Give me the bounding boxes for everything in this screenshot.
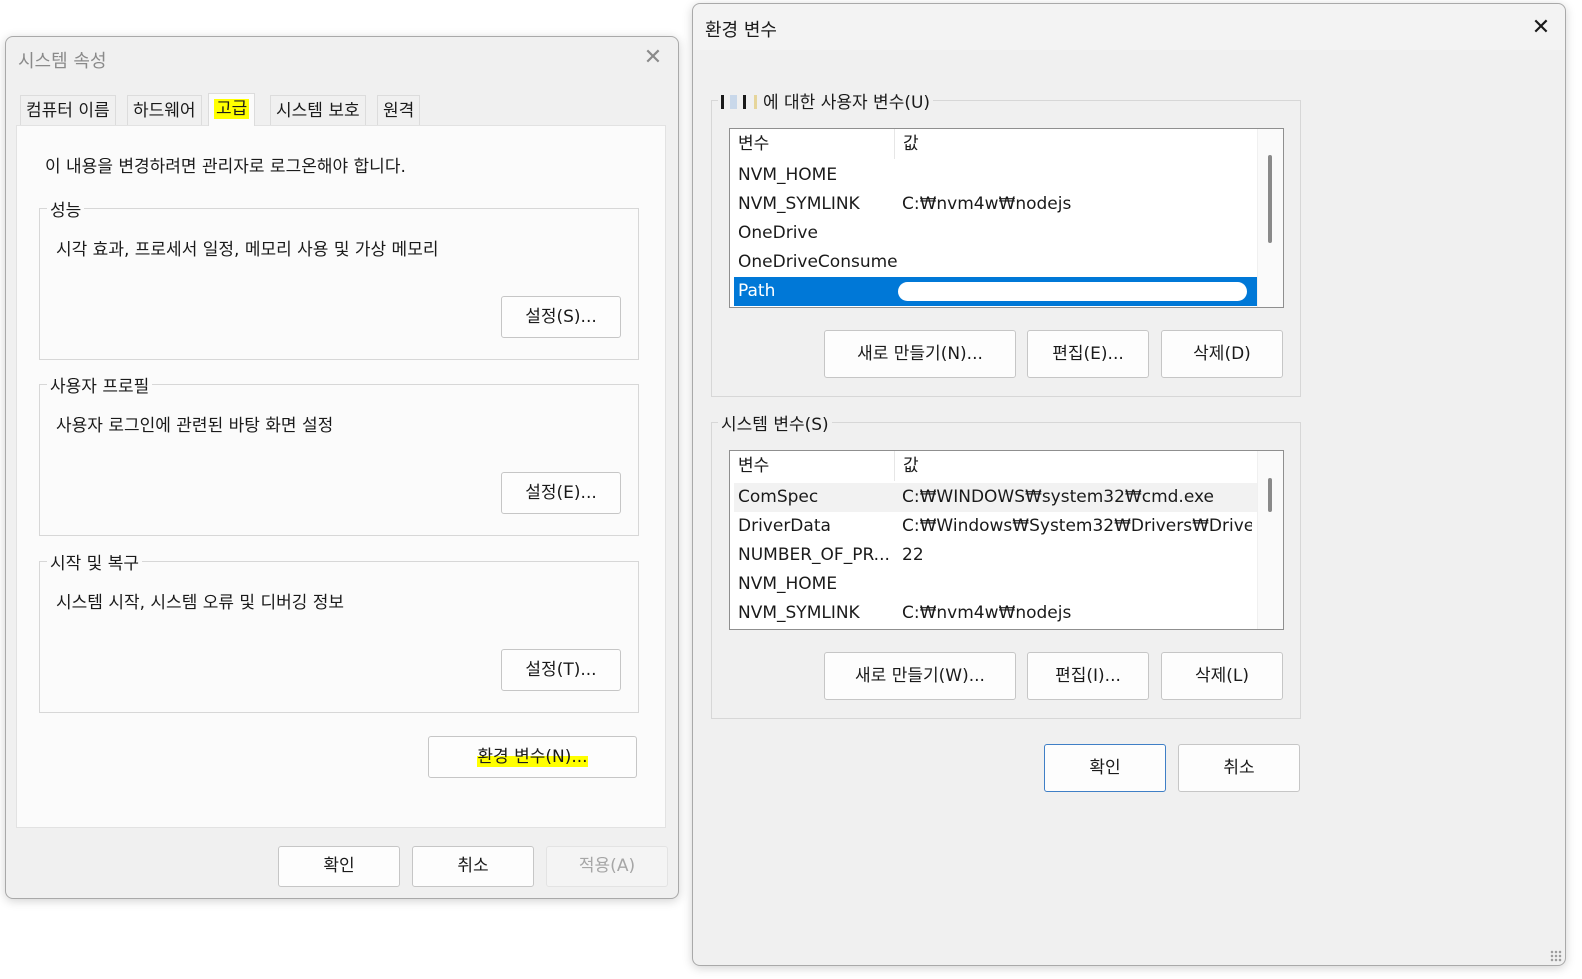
cancel-button[interactable]: 취소 [1178, 744, 1300, 792]
group-description: 시스템 시작, 시스템 오류 및 디버깅 정보 [56, 593, 345, 613]
window-title: 시스템 속성 [18, 51, 107, 72]
tab-hardware[interactable]: 하드웨어 [127, 95, 202, 125]
vertical-scrollbar[interactable] [1257, 451, 1283, 629]
list-item[interactable]: OneDriveConsumer [734, 248, 1257, 277]
tab-system-protection[interactable]: 시스템 보호 [270, 95, 366, 125]
title-bar: 환경 변수 ✕ [693, 4, 1565, 50]
column-header-value[interactable]: 값 [895, 129, 1257, 159]
column-header-value[interactable]: 값 [895, 451, 1257, 481]
user-variables-list[interactable]: 변수 값 NVM_HOME NVM_SYMLINK C:₩nvm4w₩nodej… [729, 128, 1284, 308]
column-header-name[interactable]: 변수 [730, 451, 895, 481]
user-profiles-settings-button[interactable]: 설정(E)... [501, 472, 621, 514]
list-header: 변수 값 [730, 129, 1257, 159]
scrollbar-thumb[interactable] [1268, 155, 1272, 243]
group-title: 성능 [47, 196, 85, 221]
vertical-scrollbar[interactable] [1257, 129, 1283, 307]
list-item-selected[interactable]: Path [734, 277, 1257, 306]
list-item[interactable]: ComSpec C:₩WINDOWS₩system32₩cmd.exe [734, 483, 1257, 512]
group-description: 사용자 로그인에 관련된 바탕 화면 설정 [56, 416, 334, 436]
list-item[interactable]: NUMBER_OF_PR... 22 [734, 541, 1257, 570]
list-item[interactable]: OneDrive [734, 219, 1257, 248]
tab-remote[interactable]: 원격 [377, 95, 421, 125]
tab-advanced[interactable]: 고급 [208, 93, 256, 126]
close-icon[interactable]: ✕ [1526, 13, 1556, 43]
group-title: 에 대한 사용자 변수(U) [718, 88, 934, 113]
window-title: 환경 변수 [705, 20, 777, 41]
system-edit-button[interactable]: 편집(I)... [1027, 652, 1149, 700]
list-item[interactable]: DriverData C:₩Windows₩System32₩Drivers₩D… [734, 512, 1257, 541]
admin-notice: 이 내용을 변경하려면 관리자로 로그온해야 합니다. [45, 157, 406, 177]
group-description: 시각 효과, 프로세서 일정, 메모리 사용 및 가상 메모리 [56, 240, 439, 260]
group-title: 시작 및 복구 [47, 549, 143, 574]
user-new-button[interactable]: 새로 만들기(N)... [824, 330, 1016, 378]
list-item[interactable]: NVM_HOME [734, 161, 1257, 190]
scrollbar-thumb[interactable] [1268, 478, 1272, 512]
advanced-tab-panel: 이 내용을 변경하려면 관리자로 로그온해야 합니다. 성능 시각 효과, 프로… [16, 125, 666, 828]
startup-recovery-group: 시작 및 복구 시스템 시작, 시스템 오류 및 디버깅 정보 설정(T)... [39, 549, 639, 713]
group-title: 시스템 변수(S) [718, 410, 832, 435]
cancel-button[interactable]: 취소 [412, 846, 534, 887]
column-header-name[interactable]: 변수 [730, 129, 895, 159]
user-variables-group: 에 대한 사용자 변수(U) 변수 값 NVM_HOME NVM_SYMLINK… [711, 88, 1301, 397]
system-variables-list[interactable]: 변수 값 ComSpec C:₩WINDOWS₩system32₩cmd.exe… [729, 450, 1284, 630]
ok-button[interactable]: 확인 [278, 846, 400, 887]
ok-button[interactable]: 확인 [1044, 744, 1166, 792]
list-header: 변수 값 [730, 451, 1257, 481]
list-item[interactable]: NVM_SYMLINK C:₩nvm4w₩nodejs [734, 190, 1257, 219]
user-edit-button[interactable]: 편집(E)... [1027, 330, 1149, 378]
environment-variables-button[interactable]: 환경 변수(N)... [428, 736, 637, 778]
redacted-username [721, 95, 763, 109]
tab-computer-name[interactable]: 컴퓨터 이름 [20, 95, 116, 125]
user-delete-button[interactable]: 삭제(D) [1161, 330, 1283, 378]
list-item[interactable]: NVM_SYMLINK C:₩nvm4w₩nodejs [734, 599, 1257, 628]
system-new-button[interactable]: 새로 만들기(W)... [824, 652, 1016, 700]
environment-variables-window: 환경 변수 ✕ 에 대한 사용자 변수(U) 변수 값 NVM_HOME NVM… [692, 3, 1566, 966]
system-variables-group: 시스템 변수(S) 변수 값 ComSpec C:₩WINDOWS₩system… [711, 410, 1301, 719]
resize-grip-icon[interactable] [1550, 950, 1562, 962]
close-icon[interactable]: ✕ [638, 43, 668, 73]
system-properties-window: 시스템 속성 ✕ 컴퓨터 이름 하드웨어 고급 시스템 보호 원격 이 내용을 … [5, 36, 679, 899]
user-profiles-group: 사용자 프로필 사용자 로그인에 관련된 바탕 화면 설정 설정(E)... [39, 372, 639, 536]
startup-recovery-settings-button[interactable]: 설정(T)... [501, 649, 621, 691]
tab-strip: 컴퓨터 이름 하드웨어 고급 시스템 보호 원격 [20, 93, 680, 126]
performance-settings-button[interactable]: 설정(S)... [501, 296, 621, 338]
redacted-value [898, 282, 1247, 301]
list-item[interactable]: NVM_HOME [734, 570, 1257, 599]
apply-button: 적용(A) [546, 846, 668, 887]
group-title: 사용자 프로필 [47, 372, 153, 397]
system-delete-button[interactable]: 삭제(L) [1161, 652, 1283, 700]
performance-group: 성능 시각 효과, 프로세서 일정, 메모리 사용 및 가상 메모리 설정(S)… [39, 196, 639, 360]
